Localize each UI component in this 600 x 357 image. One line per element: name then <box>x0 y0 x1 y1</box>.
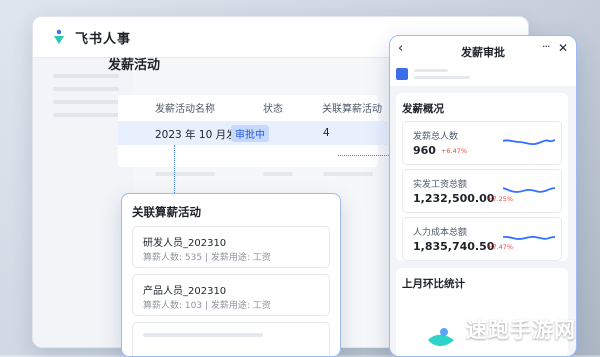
sidebar-item[interactable] <box>53 100 119 104</box>
item-name: 研发人员_202310 <box>143 238 227 249</box>
related-activities-popup: 关联算薪活动 研发人员_202310 算薪人数: 535 | 发薪用途: 工资 … <box>121 193 341 357</box>
panel-header: ‹ 发薪审批 ··· ✕ <box>390 36 576 64</box>
placeholder-line <box>263 172 293 176</box>
sidebar-item[interactable] <box>53 113 119 117</box>
metric-label: 人力成本总额 <box>413 228 468 238</box>
more-icon[interactable]: ··· <box>542 40 550 53</box>
placeholder-line <box>414 76 470 79</box>
metric-card[interactable]: 发薪总人数 960 +6.47% <box>402 121 562 165</box>
placeholder-line <box>155 172 215 176</box>
metric-value: 1,232,500.00 <box>413 192 495 205</box>
close-icon[interactable]: ✕ <box>558 41 568 55</box>
metric-card[interactable]: 实发工资总额 1,232,500.00 +7.25% <box>402 169 562 213</box>
list-item[interactable]: 研发人员_202310 算薪人数: 535 | 发薪用途: 工资 <box>132 226 330 268</box>
item-meta: 算薪人数: 535 | 发薪用途: 工资 <box>143 253 271 263</box>
watermark-logo-icon <box>428 319 456 346</box>
metric-value: 960 <box>413 144 436 157</box>
column-header-status: 状态 <box>263 104 283 115</box>
list-item[interactable]: 产品人员_202310 算薪人数: 103 | 发薪用途: 工资 <box>132 274 330 316</box>
list-item[interactable] <box>132 322 330 356</box>
metric-label: 发薪总人数 <box>413 132 459 142</box>
sparkline-chart <box>503 139 555 146</box>
approval-panel: ‹ 发薪审批 ··· ✕ 发薪概况 发薪总人数 960 +6.47% 实发工资总… <box>389 35 577 357</box>
placeholder-line <box>323 172 373 176</box>
connector-line <box>338 155 389 156</box>
watermark-subtext: SUPAOQISHI.COM <box>470 340 542 348</box>
app-title: 飞书人事 <box>75 32 132 47</box>
item-meta: 算薪人数: 103 | 发薪用途: 工资 <box>143 301 271 311</box>
sidebar-item[interactable] <box>53 74 119 78</box>
sparkline-chart <box>503 187 555 193</box>
placeholder-line <box>143 333 263 337</box>
sparkline-chart <box>503 235 555 240</box>
metric-card[interactable]: 人力成本总额 1,835,740.50 +7.47% <box>402 217 562 261</box>
sidebar-item[interactable] <box>53 87 119 91</box>
column-header-name: 发薪活动名称 <box>155 104 215 115</box>
feishu-people-logo-icon <box>54 29 64 44</box>
metric-label: 实发工资总额 <box>413 180 468 190</box>
overview-section: 发薪概况 发薪总人数 960 +6.47% 实发工资总额 1,232,500.0… <box>396 93 568 261</box>
row-related-count[interactable]: 4 <box>323 127 330 139</box>
column-header-related: 关联算薪活动 <box>322 104 382 115</box>
app-icon <box>396 68 408 80</box>
metric-delta: +6.47% <box>441 147 468 155</box>
popup-title: 关联算薪活动 <box>132 205 201 219</box>
connector-line <box>174 145 175 193</box>
item-name: 产品人员_202310 <box>143 286 227 297</box>
placeholder-line <box>414 69 448 72</box>
section-title: 发薪概况 <box>402 103 444 115</box>
section-title: 上月环比统计 <box>402 278 465 290</box>
page-title: 发薪活动 <box>108 58 161 73</box>
status-badge: 审批中 <box>231 125 269 142</box>
metric-value: 1,835,740.50 <box>413 240 495 253</box>
app-row <box>390 64 576 86</box>
